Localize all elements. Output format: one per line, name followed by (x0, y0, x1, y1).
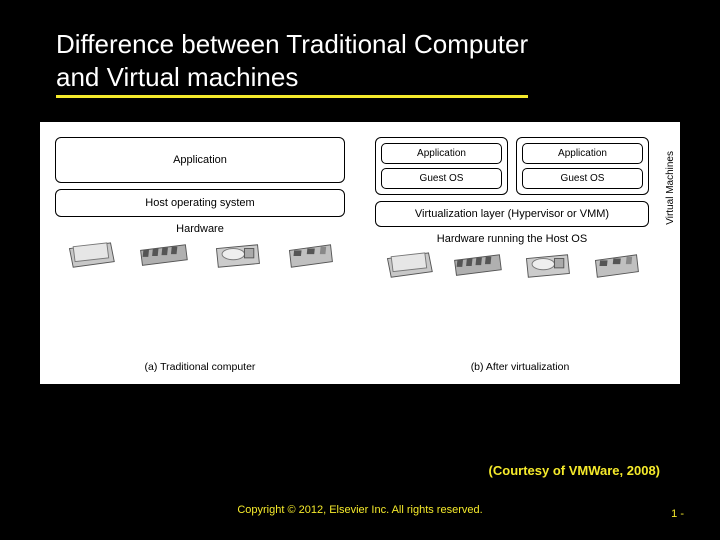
title-line-1: Difference between Traditional Computer (56, 29, 528, 59)
panel-traditional: Application Host operating system Hardwa… (41, 123, 361, 383)
cpu-icon (380, 251, 436, 281)
vm-2: Application Guest OS (516, 137, 649, 195)
label-hw-host: Hardware running the Host OS (375, 233, 649, 245)
vm2-app: Application (522, 143, 643, 164)
slide-title: Difference between Traditional Computer … (0, 0, 720, 98)
title-line-2: and Virtual machines (56, 62, 298, 92)
box-host-os: Host operating system (55, 189, 345, 217)
caption-a: (a) Traditional computer (41, 361, 359, 373)
panel-virtualized: Virtual Machines Application Guest OS Ap… (361, 123, 679, 383)
nic-icon (588, 251, 644, 281)
vm-row: Application Guest OS Application Guest O… (375, 137, 649, 195)
side-label-vm: Virtual Machines (665, 151, 676, 225)
hardware-row-b (375, 251, 649, 281)
credit-text: (Courtesy of VMWare, 2008) (489, 463, 660, 478)
disk-icon (209, 241, 265, 271)
page-number: 1 - (671, 508, 684, 520)
cpu-icon (62, 241, 118, 271)
vm-1: Application Guest OS (375, 137, 508, 195)
ram-icon (449, 251, 505, 281)
architecture-diagram: Application Host operating system Hardwa… (40, 122, 680, 384)
hardware-row (55, 241, 345, 271)
ram-icon (135, 241, 191, 271)
label-hardware: Hardware (55, 223, 345, 235)
caption-b: (b) After virtualization (361, 361, 679, 373)
disk-icon (519, 251, 575, 281)
box-virt-layer: Virtualization layer (Hypervisor or VMM) (375, 201, 649, 227)
vm1-os: Guest OS (381, 168, 502, 189)
copyright-text: Copyright © 2012, Elsevier Inc. All righ… (237, 504, 482, 516)
nic-icon (282, 241, 338, 271)
box-application: Application (55, 137, 345, 183)
vm1-app: Application (381, 143, 502, 164)
vm2-os: Guest OS (522, 168, 643, 189)
